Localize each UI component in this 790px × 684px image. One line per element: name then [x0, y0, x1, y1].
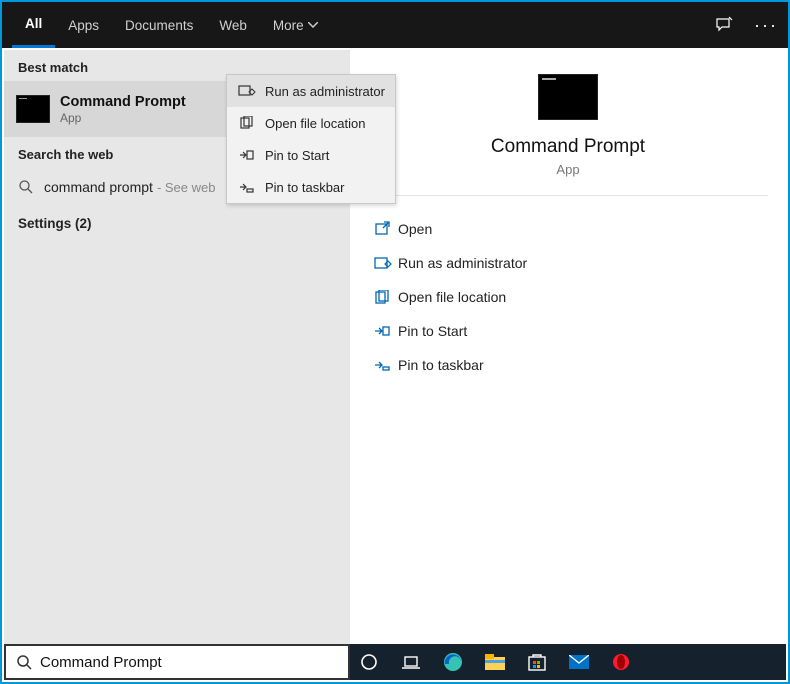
detail-subtitle: App: [556, 162, 579, 177]
context-menu: Run as administrator Open file location …: [226, 74, 396, 204]
ctx-pin-taskbar[interactable]: Pin to taskbar: [227, 171, 395, 203]
open-icon: [374, 221, 398, 237]
ctx-open-location[interactable]: Open file location: [227, 107, 395, 139]
feedback-icon[interactable]: [714, 15, 734, 35]
ctx-run-admin-label: Run as administrator: [265, 84, 385, 99]
detail-title: Command Prompt: [491, 136, 645, 158]
settings-section[interactable]: Settings (2): [4, 206, 350, 241]
chevron-down-icon: [308, 22, 318, 28]
web-query-text: command prompt: [44, 179, 153, 195]
more-options-icon[interactable]: ···: [756, 15, 776, 35]
tab-apps[interactable]: Apps: [55, 2, 112, 48]
pin-taskbar-icon: [374, 358, 398, 372]
run-admin-icon: [374, 256, 398, 270]
result-text: Command Prompt App: [60, 94, 186, 125]
microsoft-store-icon[interactable]: [526, 651, 548, 673]
action-pin-start-label: Pin to Start: [398, 323, 467, 339]
pin-start-icon: [237, 147, 257, 163]
search-input[interactable]: [40, 654, 338, 671]
command-prompt-icon: [16, 95, 50, 123]
ctx-run-admin[interactable]: Run as administrator: [227, 75, 395, 107]
pin-start-icon: [374, 324, 398, 338]
command-prompt-icon: [538, 74, 598, 120]
filter-tab-bar: All Apps Documents Web More ···: [2, 2, 788, 48]
tab-all[interactable]: All: [12, 2, 55, 48]
folder-icon: [237, 115, 257, 131]
action-open-label: Open: [398, 221, 432, 237]
run-admin-icon: [237, 83, 257, 99]
mail-icon[interactable]: [568, 651, 590, 673]
result-title: Command Prompt: [60, 94, 186, 110]
action-open-location[interactable]: Open file location: [368, 280, 768, 314]
result-subtitle: App: [60, 111, 186, 125]
tabbar-right: ···: [714, 2, 776, 48]
pin-taskbar-icon: [237, 179, 257, 195]
folder-icon: [374, 290, 398, 304]
tab-web[interactable]: Web: [206, 2, 260, 48]
taskbar-search[interactable]: [4, 644, 350, 680]
web-hint-text: - See web: [157, 180, 216, 195]
cortana-icon[interactable]: [358, 651, 380, 673]
action-open[interactable]: Open: [368, 212, 768, 246]
ctx-pin-start-label: Pin to Start: [265, 148, 329, 163]
action-pin-start[interactable]: Pin to Start: [368, 314, 768, 348]
opera-icon[interactable]: [610, 651, 632, 673]
ctx-open-location-label: Open file location: [265, 116, 365, 131]
action-run-admin-label: Run as administrator: [398, 255, 527, 271]
search-panel: { "tabs": { "all": "All", "apps": "Apps"…: [0, 0, 790, 684]
taskbar: [4, 644, 786, 680]
detail-header: Command Prompt App: [368, 74, 768, 196]
taskbar-tray: [350, 644, 786, 680]
edge-icon[interactable]: [442, 651, 464, 673]
ctx-pin-start[interactable]: Pin to Start: [227, 139, 395, 171]
action-run-admin[interactable]: Run as administrator: [368, 246, 768, 280]
action-pin-taskbar-label: Pin to taskbar: [398, 357, 484, 373]
search-icon: [18, 179, 34, 195]
action-open-location-label: Open file location: [398, 289, 506, 305]
tab-more-label: More: [273, 18, 304, 33]
ctx-pin-taskbar-label: Pin to taskbar: [265, 180, 345, 195]
search-icon: [16, 654, 32, 670]
task-view-icon[interactable]: [400, 651, 422, 673]
tab-documents[interactable]: Documents: [112, 2, 206, 48]
detail-column: Command Prompt App Open Run as administr…: [350, 50, 786, 644]
action-list: Open Run as administrator Open file loca…: [368, 212, 768, 382]
tab-more[interactable]: More: [260, 2, 331, 48]
action-pin-taskbar[interactable]: Pin to taskbar: [368, 348, 768, 382]
file-explorer-icon[interactable]: [484, 651, 506, 673]
